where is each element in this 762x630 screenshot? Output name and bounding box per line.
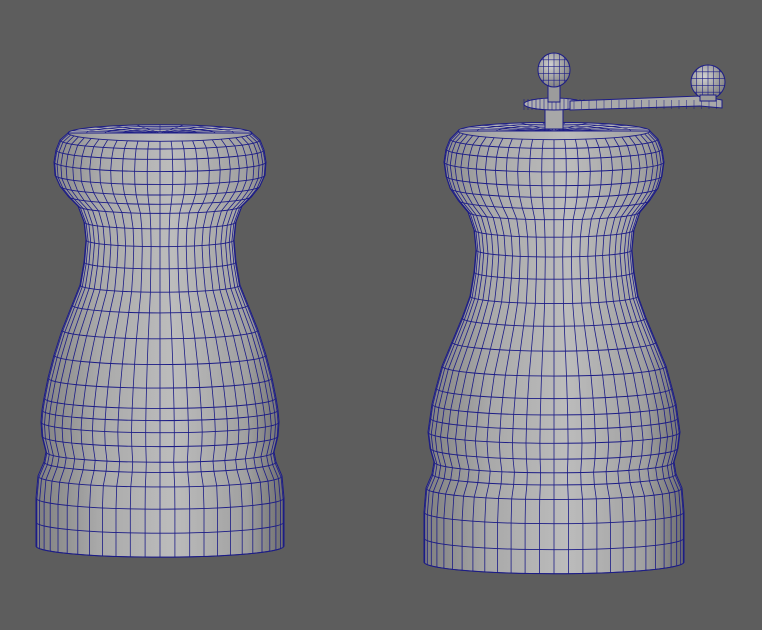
modeling-viewport[interactable] bbox=[0, 0, 762, 630]
knob-collar bbox=[699, 94, 717, 102]
salt-shaker-mesh[interactable] bbox=[35, 124, 285, 558]
pepper-mill-mesh[interactable] bbox=[423, 52, 726, 575]
crank-arm bbox=[569, 95, 723, 111]
crank-handle[interactable] bbox=[523, 52, 726, 130]
viewport-scene[interactable] bbox=[0, 0, 762, 630]
